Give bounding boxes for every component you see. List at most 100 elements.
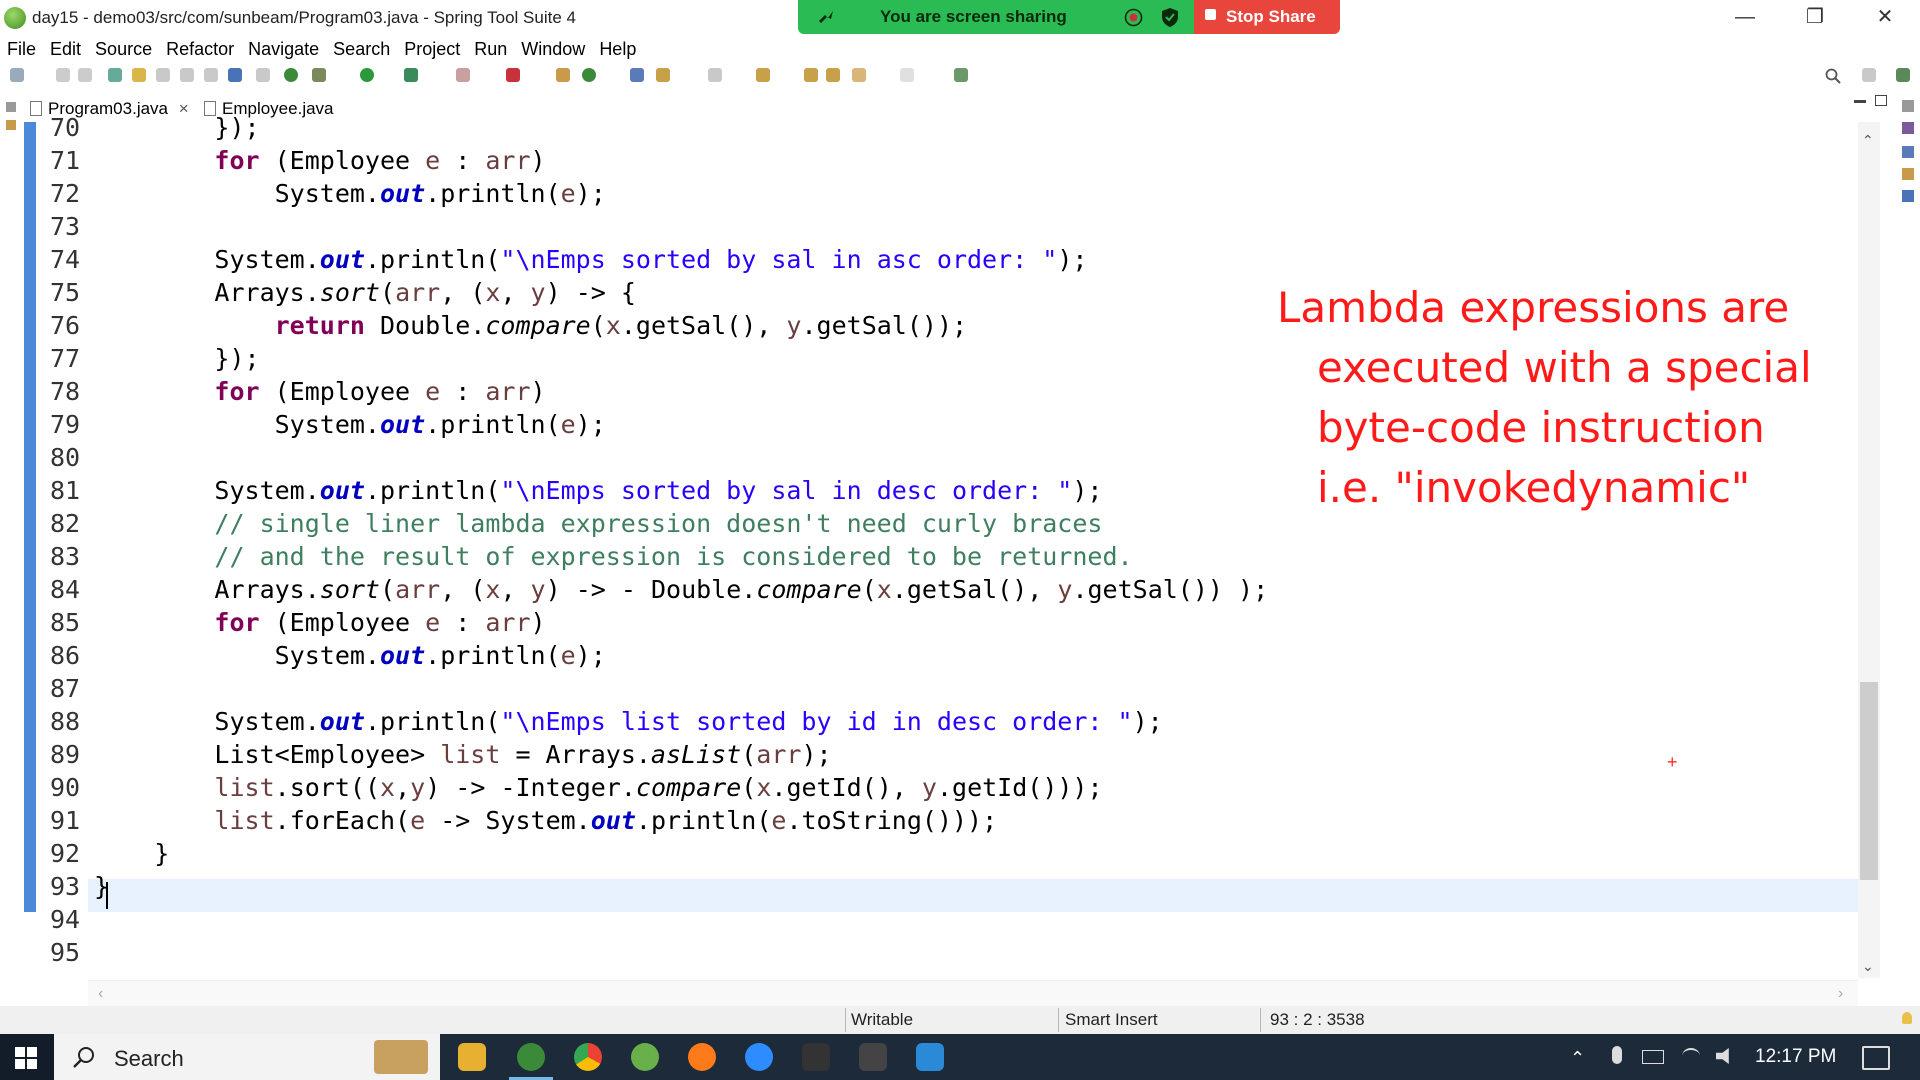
minimize-button[interactable]: — (1710, 0, 1780, 36)
boot-dashboard-icon[interactable] (284, 68, 298, 82)
terminal-icon[interactable] (802, 1043, 830, 1071)
code-line[interactable]: for (Employee e : arr) (94, 144, 545, 177)
next-annotation-icon[interactable] (708, 68, 722, 82)
code-line[interactable]: System.out.println(e); (94, 177, 606, 210)
microphone-icon[interactable] (1612, 1046, 1622, 1064)
code-line[interactable]: List<Employee> list = Arrays.asList(arr)… (94, 738, 831, 771)
code-line[interactable]: Arrays.sort(arr, (x, y) -> - Double.comp… (94, 573, 1268, 606)
search-tool-icon[interactable] (656, 68, 670, 82)
prev-annotation-icon[interactable] (756, 68, 770, 82)
code-line[interactable]: System.out.println("\nEmps list sorted b… (94, 705, 1162, 738)
close-button[interactable]: ✕ (1850, 0, 1920, 36)
search-icon[interactable] (1825, 68, 1841, 84)
block-selection-icon[interactable] (156, 68, 170, 82)
code-line[interactable]: } (94, 837, 169, 870)
zoom-icon[interactable] (745, 1043, 773, 1071)
code-line[interactable]: // and the result of expression is consi… (94, 540, 1132, 573)
show-whitespace-icon[interactable] (180, 68, 194, 82)
spring-icon[interactable] (631, 1043, 659, 1071)
open-perspective-icon[interactable] (1862, 68, 1876, 82)
show-hidden-icons-icon[interactable]: ⌃ (1570, 1048, 1585, 1069)
open-type-icon[interactable] (630, 68, 644, 82)
pin-editor-icon[interactable] (954, 68, 968, 82)
menu-edit[interactable]: Edit (43, 36, 88, 62)
debug-icon[interactable] (312, 68, 326, 82)
stop-share-label[interactable]: Stop Share (1226, 7, 1316, 27)
notification-center-icon[interactable] (1862, 1046, 1890, 1070)
menu-search[interactable]: Search (326, 36, 397, 62)
record-icon[interactable] (1124, 8, 1143, 27)
code-line[interactable]: System.out.println("\nEmps sorted by sal… (94, 474, 1102, 507)
code-line[interactable]: list.sort((x,y) -> -Integer.compare(x.ge… (94, 771, 1102, 804)
new-icon[interactable] (10, 68, 24, 82)
task-list-icon[interactable] (1902, 146, 1914, 158)
scrollbar-thumb[interactable] (1860, 682, 1878, 880)
wifi-icon[interactable] (1682, 1048, 1700, 1064)
menu-run[interactable]: Run (467, 36, 514, 62)
battery-icon[interactable] (1642, 1050, 1664, 1064)
code-line[interactable]: System.out.println(e); (94, 639, 606, 672)
maximize-editor-icon[interactable] (1875, 95, 1887, 106)
scroll-up-icon[interactable]: ⌃ (1862, 132, 1874, 149)
menu-refactor[interactable]: Refactor (159, 36, 241, 62)
code-line[interactable]: list.forEach(e -> System.out.println(e.t… (94, 804, 997, 837)
restore-view-icon[interactable] (6, 102, 16, 112)
menu-source[interactable]: Source (88, 36, 159, 62)
skip-breakpoints-icon[interactable] (256, 68, 270, 82)
run-icon[interactable] (360, 68, 374, 82)
menu-window[interactable]: Window (514, 36, 592, 62)
mark-occurrences-icon[interactable] (132, 68, 146, 82)
toggle-icon[interactable] (108, 68, 122, 82)
taskbar-clock[interactable]: 12:17 PM (1755, 1046, 1836, 1068)
menu-help[interactable]: Help (592, 36, 643, 62)
code-line[interactable]: System.out.println(e); (94, 408, 606, 441)
back-icon[interactable] (852, 68, 866, 82)
new-class-icon[interactable] (582, 68, 596, 82)
save-icon[interactable] (56, 68, 70, 82)
menu-project[interactable]: Project (397, 36, 467, 62)
problems-icon[interactable] (1902, 168, 1914, 180)
stop-process-icon[interactable] (456, 68, 470, 82)
taskbar-search-box[interactable] (54, 1034, 440, 1080)
start-button[interactable] (0, 1034, 54, 1080)
package-explorer-icon[interactable] (6, 120, 16, 130)
code-line[interactable]: for (Employee e : arr) (94, 375, 545, 408)
spring-tool-suite-taskbar-icon[interactable] (517, 1043, 545, 1071)
last-edit-icon[interactable] (804, 68, 818, 82)
code-line[interactable]: return Double.compare(x.getSal(), y.getS… (94, 309, 967, 342)
menu-navigate[interactable]: Navigate (241, 36, 326, 62)
code-line[interactable]: for (Employee e : arr) (94, 606, 545, 639)
console-icon[interactable] (228, 68, 242, 82)
file-explorer-icon[interactable] (458, 1043, 486, 1071)
screen-capture-icon[interactable] (859, 1043, 887, 1071)
scroll-left-icon[interactable]: ‹ (98, 985, 103, 1003)
save-all-icon[interactable] (78, 68, 92, 82)
menu-file[interactable]: File (0, 36, 43, 62)
screen-share-pin-icon[interactable] (815, 7, 835, 27)
code-line[interactable]: Arrays.sort(arr, (x, y) -> { (94, 276, 636, 309)
code-line[interactable]: // single liner lambda expression doesn'… (94, 507, 1102, 540)
firefox-icon[interactable] (688, 1043, 716, 1071)
right-trim-icon[interactable] (1902, 100, 1914, 112)
new-package-icon[interactable] (556, 68, 570, 82)
code-line[interactable]: }); (94, 111, 259, 144)
next-edit-icon[interactable] (826, 68, 840, 82)
code-line[interactable]: System.out.println("\nEmps sorted by sal… (94, 243, 1087, 276)
vscode-icon[interactable] (916, 1043, 944, 1071)
java-perspective-icon[interactable] (1896, 68, 1910, 82)
pilcrow-icon[interactable] (204, 68, 218, 82)
scroll-down-icon[interactable]: ⌄ (1862, 958, 1874, 975)
code-line[interactable]: }); (94, 342, 259, 375)
scroll-right-icon[interactable]: › (1838, 985, 1843, 1003)
minimize-editor-icon[interactable] (1854, 100, 1866, 103)
taskbar-search-label[interactable]: Search (114, 1046, 184, 1072)
coverage-icon[interactable] (404, 68, 418, 82)
forward-icon[interactable] (900, 68, 914, 82)
horizontal-scrollbar[interactable] (88, 980, 1858, 1007)
tip-lightbulb-icon[interactable] (1902, 1012, 1912, 1024)
chrome-icon[interactable] (574, 1043, 602, 1071)
maximize-button[interactable]: ❐ (1780, 0, 1850, 36)
outline-icon[interactable] (1902, 122, 1914, 134)
console-view-icon[interactable] (1902, 190, 1914, 202)
external-tools-icon[interactable] (506, 68, 520, 82)
